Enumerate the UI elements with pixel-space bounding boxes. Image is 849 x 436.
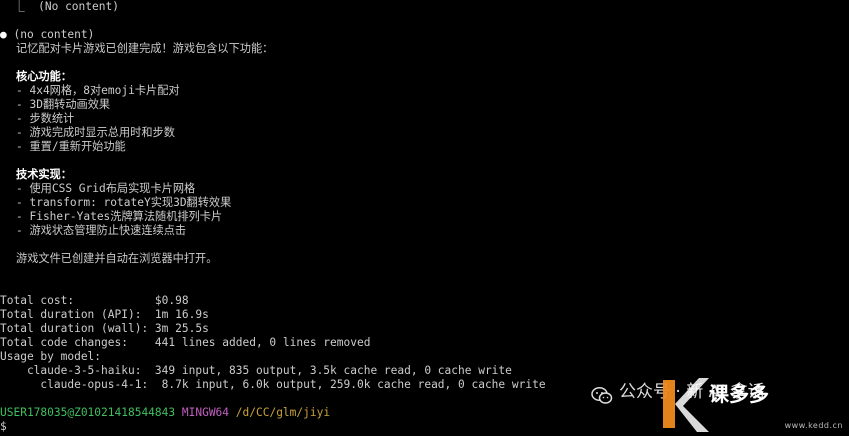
final-note: 游戏文件已创建并自动在浏览器中打开。 <box>16 252 218 265</box>
previous-tool-output: ⎿ (No content) <box>0 0 119 13</box>
stat-duration-wall: Total duration (wall): 3m 25.5s <box>0 322 209 335</box>
command-input-line[interactable]: $ <box>0 420 7 434</box>
prompt-host: MINGW64 <box>181 406 230 419</box>
terminal-window[interactable]: ⎿ (No content) ● (no content) 记忆配对卡片游戏已创… <box>0 0 849 436</box>
stat-usage-opus: claude-opus-4-1: 8.7k input, 6.0k output… <box>0 378 546 391</box>
shell-prompt: USER178035@Z01021418544843 MINGW64 /d/CC… <box>0 406 330 420</box>
brand-logo <box>663 378 709 432</box>
core-feature-item: - 重置/重新开始功能 <box>16 140 126 153</box>
tech-item: - Fisher-Yates洗牌算法随机排列卡片 <box>16 210 223 223</box>
prompt-user: USER178035@Z01021418544843 <box>0 406 176 419</box>
tech-implementation-heading: 技术实现： <box>16 168 72 181</box>
stat-code-changes: Total code changes: 441 lines added, 0 l… <box>0 336 371 349</box>
stat-duration-api: Total duration (API): 1m 16.9s <box>0 308 209 321</box>
core-feature-item: - 4x4网格，8对emoji卡片配对 <box>16 84 180 97</box>
no-content-label: (no content) <box>13 28 95 41</box>
watermark-brand: 课多多 <box>709 382 769 406</box>
prompt-symbol: $ <box>0 420 7 433</box>
assistant-message-header: ● (no content) <box>0 28 94 42</box>
tech-item: - 游戏状态管理防止快速连续点击 <box>16 224 187 237</box>
core-feature-item: - 3D翻转动画效果 <box>16 98 111 111</box>
wechat-icon <box>591 386 613 404</box>
bullet-icon: ● <box>0 28 7 41</box>
core-features-heading: 核心功能： <box>16 70 72 83</box>
watermark-url: www.kedd.cn <box>784 421 843 431</box>
stat-usage-header: Usage by model: <box>0 350 102 363</box>
watermark: 公众号 · 新 AI 拿话 课多多 www.kedd.cn <box>579 366 849 436</box>
prompt-path: /d/CC/glm/jiyi <box>235 406 331 419</box>
tech-item: - 使用CSS Grid布局实现卡片网格 <box>16 182 196 195</box>
stat-usage-haiku: claude-3-5-haiku: 349 input, 835 output,… <box>0 364 512 377</box>
core-feature-item: - 游戏完成时显示总用时和步数 <box>16 126 175 139</box>
tech-item: - transform: rotateY实现3D翻转效果 <box>16 196 232 209</box>
summary-line: 记忆配对卡片游戏已创建完成！游戏包含以下功能： <box>16 42 274 55</box>
core-feature-item: - 步数统计 <box>16 112 75 125</box>
stat-total-cost: Total cost: $0.98 <box>0 294 189 307</box>
